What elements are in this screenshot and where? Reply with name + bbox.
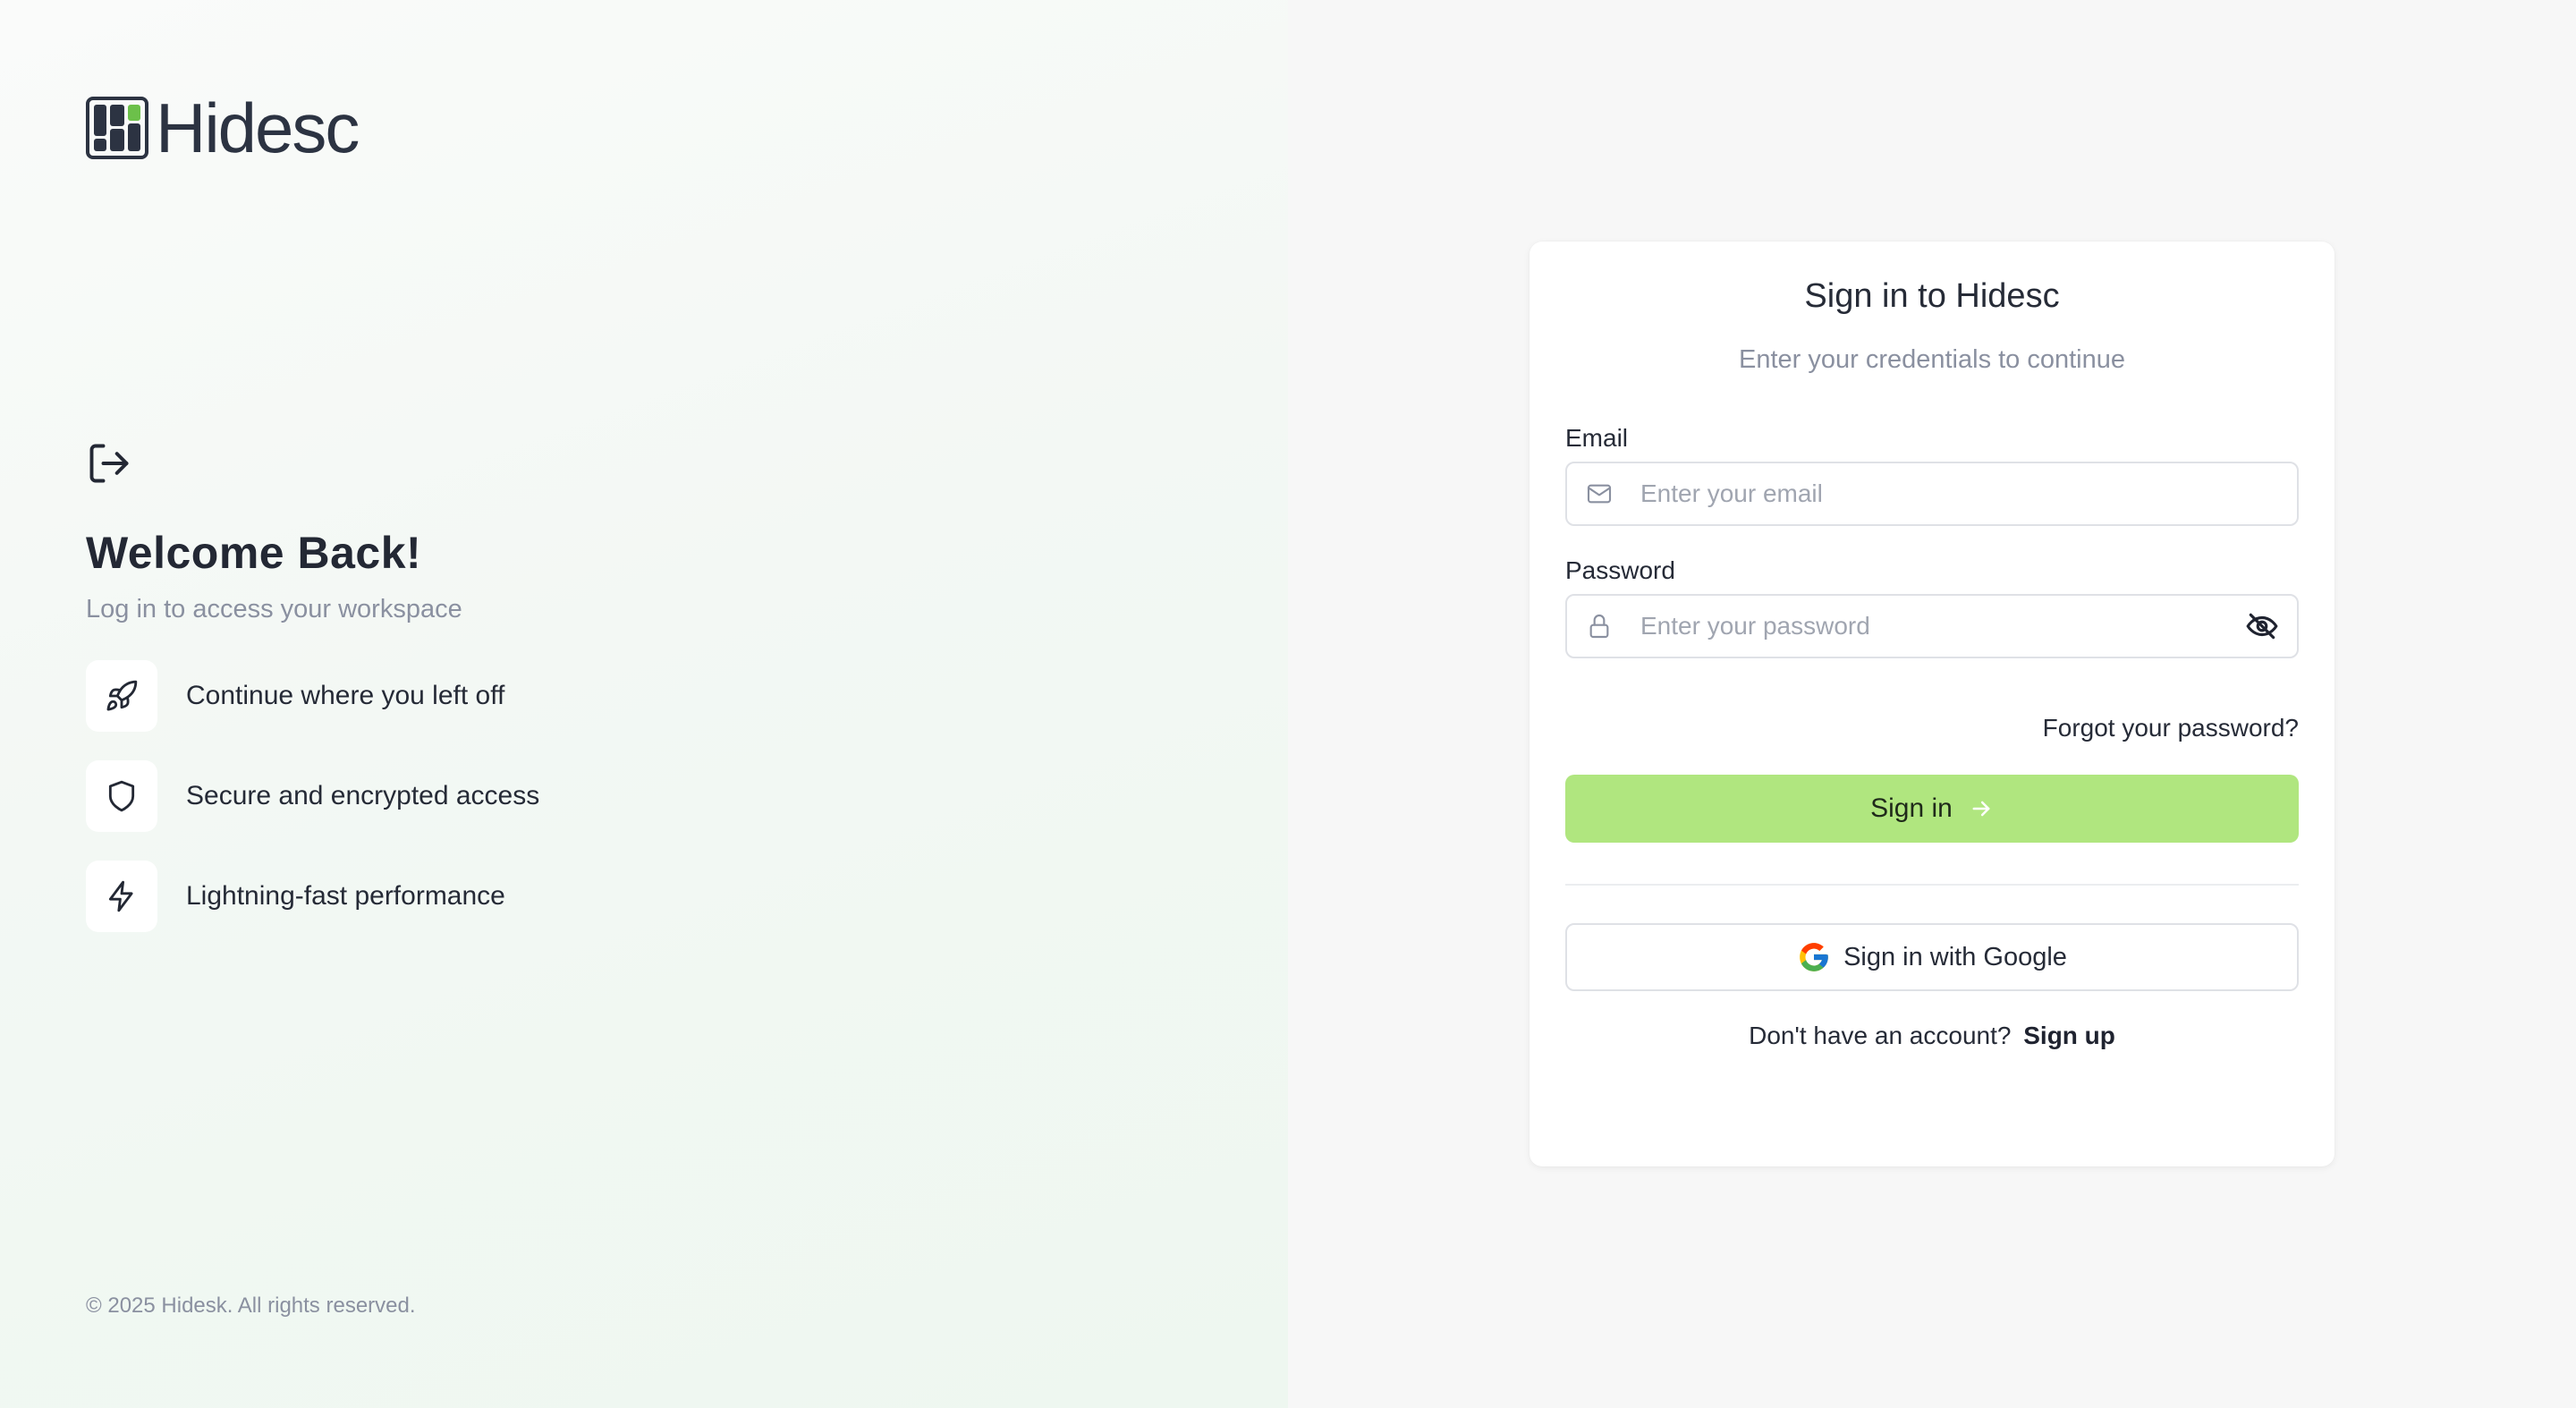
hero-section: Welcome Back! Log in to access your work… — [86, 440, 462, 624]
copyright-text: © 2025 Hidesk. All rights reserved. — [86, 1293, 416, 1318]
eye-off-icon[interactable] — [2245, 609, 2279, 643]
feature-label: Lightning-fast performance — [186, 881, 505, 911]
google-sign-in-button[interactable]: Sign in with Google — [1565, 923, 2299, 991]
welcome-panel: Hidesc Welcome Back! Log in to access yo… — [0, 0, 1288, 1408]
password-label: Password — [1565, 556, 1675, 584]
email-field[interactable] — [1640, 479, 2297, 508]
feature-item: Lightning-fast performance — [86, 861, 539, 932]
feature-list: Continue where you left off Secure and e… — [86, 660, 539, 961]
mail-icon — [1587, 484, 1612, 504]
feature-label: Secure and encrypted access — [186, 781, 540, 810]
page-title: Welcome Back! — [86, 528, 422, 578]
signin-title: Sign in to Hidesc — [1804, 277, 2060, 315]
sign-up-link[interactable]: Sign up — [2023, 1022, 2115, 1049]
lightning-icon — [108, 880, 133, 912]
email-field-wrapper — [1565, 462, 2299, 526]
login-page: Hidesc Welcome Back! Log in to access yo… — [0, 0, 2576, 1408]
brand-logo: Hidesc — [86, 89, 360, 167]
google-icon — [1800, 943, 1828, 971]
logo-mark-icon — [86, 97, 148, 159]
feature-item: Continue where you left off — [86, 660, 539, 732]
rocket-icon — [106, 680, 138, 711]
brand-name: Hidesc — [156, 89, 360, 167]
signin-panel: Sign in to Hidesc Enter your credentials… — [1288, 0, 2576, 1408]
signup-prompt-row: Don't have an account? Sign up — [1530, 1022, 2334, 1050]
divider — [1565, 884, 2299, 886]
page-subtitle: Log in to access your workspace — [86, 595, 462, 623]
feature-item: Secure and encrypted access — [86, 760, 539, 832]
signin-subtitle: Enter your credentials to continue — [1738, 345, 2126, 374]
sign-in-button-label: Sign in — [1870, 793, 1953, 823]
google-sign-in-label: Sign in with Google — [1843, 942, 2067, 971]
lock-icon — [1589, 615, 1609, 639]
forgot-password-link[interactable]: Forgot your password? — [2043, 714, 2299, 742]
email-label: Email — [1565, 424, 1629, 452]
signup-prompt-text: Don't have an account? — [1749, 1022, 2012, 1049]
sign-in-button[interactable]: Sign in — [1565, 775, 2299, 843]
password-field-wrapper — [1565, 594, 2299, 658]
feature-label: Continue where you left off — [186, 681, 505, 710]
arrow-right-icon — [1972, 801, 1990, 817]
signin-card: Sign in to Hidesc Enter your credentials… — [1530, 242, 2334, 1166]
shield-icon — [108, 780, 135, 812]
log-in-icon — [89, 444, 129, 483]
password-field[interactable] — [1640, 612, 2245, 640]
